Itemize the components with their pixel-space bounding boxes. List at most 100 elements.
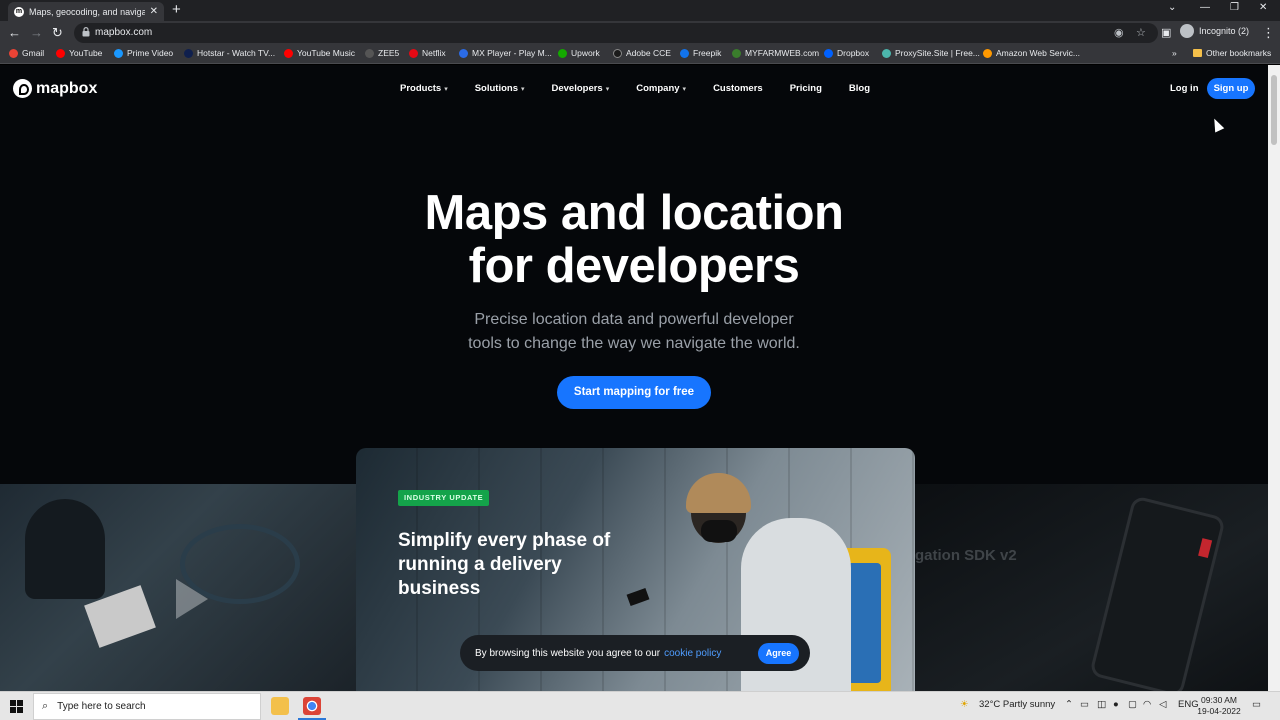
other-bookmarks-folder[interactable]: Other bookmarks	[1193, 48, 1271, 58]
taskbar-clock[interactable]: 09:30 AM 19-04-2022	[1195, 695, 1243, 717]
bookmark-item[interactable]: Prime Video	[114, 48, 173, 58]
reload-icon[interactable]: ↻	[52, 25, 63, 41]
nav-blog[interactable]: Blog	[849, 83, 870, 94]
hotstar-icon	[184, 48, 193, 58]
prime-video-icon	[114, 48, 123, 58]
chevron-down-icon: ▾	[682, 85, 687, 93]
bookmark-item[interactable]: Freepik	[680, 48, 721, 58]
carousel-slide-previous[interactable]	[0, 484, 356, 691]
login-link[interactable]: Log in	[1170, 83, 1199, 94]
agree-button[interactable]: Agree	[758, 642, 799, 664]
mapbox-logo[interactable]: mapbox	[13, 79, 97, 98]
tab-close-icon[interactable]: ✕	[150, 6, 158, 17]
tab-search-icon[interactable]: ⌄	[1168, 2, 1176, 13]
notifications-icon[interactable]: ▭	[1252, 699, 1261, 710]
mapbox-favicon-icon: m	[14, 6, 24, 17]
incognito-profile-button[interactable]: Incognito (2)	[1180, 24, 1249, 38]
clock-date: 19-04-2022	[1197, 706, 1241, 716]
back-icon[interactable]: ←	[8, 25, 21, 40]
hero-subtitle: Precise location data and powerful devel…	[468, 311, 800, 352]
chrome-icon[interactable]	[303, 697, 321, 715]
myfarmweb-icon	[732, 48, 741, 58]
tab-title: Maps, geocoding, and navigation	[29, 6, 145, 17]
bookmark-item[interactable]: YouTube Music	[284, 48, 355, 58]
restore-icon[interactable]: ❐	[1230, 2, 1239, 13]
zee5-icon	[365, 48, 374, 58]
play-icon[interactable]	[176, 579, 208, 619]
browser-tab[interactable]: m Maps, geocoding, and navigation ✕	[8, 2, 164, 21]
signup-button[interactable]: Sign up	[1207, 78, 1255, 99]
nav-company[interactable]: Company ▾	[636, 83, 686, 94]
bookmark-item[interactable]: Dropbox	[824, 48, 869, 58]
mx-player-icon	[459, 48, 468, 58]
taskbar-search-input[interactable]: ⌕ Type here to search	[33, 693, 261, 720]
forward-icon[interactable]: →	[30, 25, 43, 40]
lock-icon	[82, 27, 90, 37]
nav-developers[interactable]: Developers ▾	[552, 83, 610, 94]
freepik-icon	[680, 48, 689, 58]
screen-icon[interactable]: ▢	[1128, 699, 1137, 710]
browser-menu-icon[interactable]: ⋮	[1262, 25, 1275, 41]
bookmark-item[interactable]: MX Player - Play M...	[459, 48, 552, 58]
bookmark-item[interactable]: ZEE5	[365, 48, 399, 58]
scrollbar-thumb[interactable]	[1271, 75, 1277, 145]
bookmark-item[interactable]: Upwork	[558, 48, 600, 58]
address-bar[interactable]: mapbox.com ◉ ☆	[74, 23, 1158, 43]
adobe-cce-icon	[613, 48, 622, 58]
meet-icon[interactable]: ◫	[1097, 699, 1106, 710]
hero-title: Maps and location for developers	[424, 186, 844, 293]
brand-name: mapbox	[36, 79, 98, 97]
tracking-off-icon[interactable]: ◉	[1114, 26, 1124, 39]
volume-icon[interactable]: ◁	[1159, 699, 1166, 710]
nav-products[interactable]: Products ▾	[400, 83, 448, 94]
side-panel-icon[interactable]: ▣	[1161, 26, 1171, 39]
bookmark-star-icon[interactable]: ☆	[1136, 26, 1146, 39]
windows-taskbar: ⌕ Type here to search ☀ 32°C Partly sunn…	[0, 691, 1280, 720]
new-tab-icon[interactable]: +	[172, 1, 181, 18]
next-slide-title: gation SDK v2	[915, 547, 1017, 564]
bookmarks-overflow-icon[interactable]: »	[1172, 48, 1177, 58]
minimize-icon[interactable]: —	[1200, 2, 1210, 13]
screen: m Maps, geocoding, and navigation ✕ + ⌄ …	[0, 0, 1280, 720]
carousel-slide-next[interactable]: gation SDK v2	[915, 484, 1268, 691]
bookmark-item[interactable]: Adobe CCE	[613, 48, 671, 58]
nav-customers[interactable]: Customers	[713, 83, 763, 94]
cookie-banner: By browsing this website you agree to ou…	[460, 635, 810, 671]
start-mapping-button[interactable]: Start mapping for free	[557, 376, 711, 409]
web-page: mapbox Products ▾ Solutions ▾ Developers ▾ …	[0, 65, 1268, 691]
bookmark-item[interactable]: Netflix	[409, 48, 446, 58]
cookie-text: By browsing this website you agree to ou…	[475, 647, 661, 659]
slide-title[interactable]: Simplify every phase of running a delive…	[398, 529, 658, 601]
gmail-icon	[9, 48, 18, 58]
bookmark-item[interactable]: Hotstar - Watch TV...	[184, 48, 275, 58]
face-mask-image	[701, 520, 737, 542]
page-scrollbar[interactable]	[1268, 65, 1280, 691]
cookie-policy-link[interactable]: cookie policy	[664, 648, 721, 659]
industry-update-badge: INDUSTRY UPDATE	[398, 490, 490, 506]
network-icon[interactable]: ▭	[1080, 699, 1089, 710]
bookmark-item[interactable]: Amazon Web Servic...	[983, 48, 1080, 58]
chevron-down-icon: ▾	[444, 85, 448, 93]
file-explorer-icon[interactable]	[271, 697, 289, 715]
nav-pricing[interactable]: Pricing	[790, 83, 822, 94]
close-window-icon[interactable]: ✕	[1259, 2, 1267, 13]
weather-text[interactable]: 32°C Partly sunny	[979, 699, 1055, 710]
windows-start-icon[interactable]	[10, 700, 23, 713]
nav-solutions[interactable]: Solutions ▾	[475, 83, 525, 94]
netflix-icon	[409, 48, 418, 58]
url-text: mapbox.com	[95, 27, 153, 38]
chevron-up-icon[interactable]: ⌃	[1065, 699, 1073, 710]
bookmark-item[interactable]: Gmail	[9, 48, 44, 58]
incognito-label: Incognito (2)	[1199, 26, 1250, 36]
microphone-icon[interactable]: ●	[1113, 699, 1119, 710]
youtube-music-icon	[284, 48, 293, 58]
upwork-icon	[558, 48, 567, 58]
bookmark-item[interactable]: YouTube	[56, 48, 102, 58]
browser-toolbar: ← → ↻ mapbox.com ◉ ☆ ▣ Incognito (2) ⋮	[0, 21, 1280, 45]
wifi-icon[interactable]: ◠	[1143, 699, 1151, 710]
bookmark-item[interactable]: ProxySite.Site | Free...	[882, 48, 980, 58]
phone-navigation-image	[1089, 495, 1226, 691]
bookmark-item[interactable]: MYFARMWEB.com	[732, 48, 819, 58]
incognito-icon	[1180, 24, 1194, 38]
dropbox-icon	[824, 48, 833, 58]
